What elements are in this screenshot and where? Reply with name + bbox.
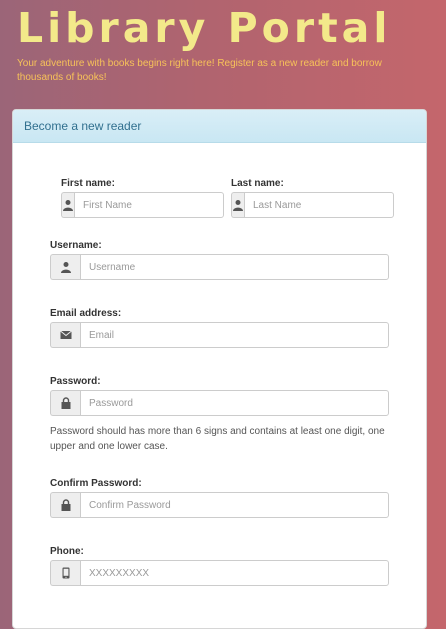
last-name-input[interactable] xyxy=(244,192,394,218)
confirm-password-label: Confirm Password: xyxy=(50,478,142,489)
first-name-group xyxy=(61,192,224,218)
username-input[interactable] xyxy=(80,254,389,280)
mobile-phone-icon xyxy=(50,560,80,586)
password-help-text: Password should has more than 6 signs an… xyxy=(50,426,385,452)
page-subtitle: Your adventure with books begins right h… xyxy=(17,58,382,83)
last-name-group xyxy=(231,192,394,218)
password-input[interactable] xyxy=(80,390,389,416)
envelope-icon xyxy=(50,322,80,348)
confirm-password-group xyxy=(50,492,389,518)
first-name-label: First name: xyxy=(61,178,115,189)
email-input[interactable] xyxy=(80,322,389,348)
last-name-label: Last name: xyxy=(231,178,284,189)
page-title: Library Portal xyxy=(17,4,392,52)
user-icon xyxy=(50,254,80,280)
email-label: Email address: xyxy=(50,308,122,319)
lock-icon xyxy=(50,390,80,416)
password-label: Password: xyxy=(50,376,101,387)
user-icon xyxy=(231,192,244,218)
username-label: Username: xyxy=(50,240,102,251)
first-name-input[interactable] xyxy=(74,192,224,218)
password-group xyxy=(50,390,389,416)
email-group xyxy=(50,322,389,348)
confirm-password-input[interactable] xyxy=(80,492,389,518)
user-icon xyxy=(61,192,74,218)
lock-icon xyxy=(50,492,80,518)
phone-group xyxy=(50,560,389,586)
phone-input[interactable] xyxy=(80,560,389,586)
panel-heading: Become a new reader xyxy=(13,110,426,143)
phone-label: Phone: xyxy=(50,546,84,557)
username-group xyxy=(50,254,389,280)
